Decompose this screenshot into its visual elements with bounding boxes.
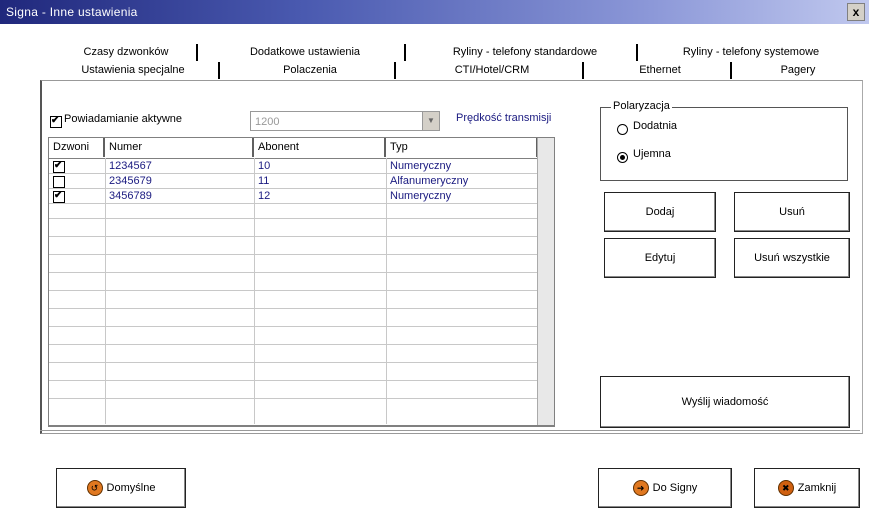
- cell-number: 2345679: [109, 175, 152, 187]
- ring-checkbox[interactable]: [53, 191, 65, 203]
- tab-ethernet[interactable]: Ethernet: [590, 62, 732, 79]
- ring-checkbox[interactable]: [53, 161, 65, 173]
- tab-dodatkowe-ustawienia[interactable]: Dodatkowe ustawienia: [206, 44, 406, 61]
- polarization-positive-radio[interactable]: [617, 124, 628, 135]
- chevron-down-icon[interactable]: ▼: [422, 112, 439, 130]
- grid-divider: [49, 380, 539, 381]
- grid-divider: [49, 218, 539, 219]
- tab-ustawienia-specjalne[interactable]: Ustawienia specjalne: [48, 62, 220, 79]
- delete-all-button[interactable]: Usuń wszystkie: [734, 238, 850, 278]
- delete-button[interactable]: Usuń: [734, 192, 850, 232]
- transmission-speed-value: 1200: [255, 116, 280, 128]
- transmission-speed-label: Prędkość transmisji: [456, 112, 552, 124]
- polarization-negative-label: Ujemna: [633, 148, 671, 160]
- table-row[interactable]: 1234567 10 Numeryczny: [49, 159, 554, 174]
- column-header-numer[interactable]: Numer: [105, 138, 254, 157]
- cell-number: 3456789: [109, 190, 152, 202]
- tab-ryliny-systemowe[interactable]: Ryliny - telefony systemowe: [646, 44, 856, 61]
- restore-icon: ↺: [86, 480, 103, 497]
- to-signa-button[interactable]: ➜ Do Signy: [598, 468, 732, 508]
- separator: [40, 430, 860, 431]
- cell-type: Numeryczny: [390, 160, 452, 172]
- close-button-label: Zamknij: [797, 482, 837, 494]
- table-scrollbar[interactable]: [537, 138, 554, 425]
- ring-checkbox[interactable]: [53, 176, 65, 188]
- edit-button[interactable]: Edytuj: [604, 238, 716, 278]
- grid-divider: [49, 362, 539, 363]
- cell-subscriber: 12: [258, 190, 271, 202]
- grid-divider: [49, 344, 539, 345]
- window-title: Signa - Inne ustawienia: [6, 5, 138, 19]
- grid-divider: [49, 272, 539, 273]
- default-button-label: Domyślne: [106, 482, 156, 494]
- polarization-positive-label: Dodatnia: [633, 120, 678, 132]
- grid-divider: [49, 290, 539, 291]
- polarization-legend: Polaryzacja: [611, 100, 672, 112]
- tab-czasy-dzwonkow[interactable]: Czasy dzwonków: [56, 44, 198, 61]
- title-bar: Signa - Inne ustawienia x: [0, 0, 869, 24]
- close-window-button[interactable]: x: [847, 3, 865, 21]
- add-button[interactable]: Dodaj: [604, 192, 716, 232]
- polarization-negative-radio[interactable]: [617, 152, 628, 163]
- table-row[interactable]: 2345679 11 Alfanumeryczny: [49, 174, 554, 189]
- tab-cti-hotel-crm[interactable]: CTI/Hotel/CRM: [402, 62, 584, 79]
- polarization-group: Polaryzacja Dodatnia Ujemna: [600, 100, 848, 181]
- default-button[interactable]: ↺ Domyślne: [56, 468, 186, 508]
- pager-table: Dzwoni Numer Abonent Typ 1234567 10 Nume…: [48, 137, 555, 427]
- tab-row-2: Ustawienia specjalne Polaczenia CTI/Hote…: [48, 62, 858, 80]
- notification-active-label: Powiadamianie aktywne: [64, 113, 183, 125]
- cell-type: Alfanumeryczny: [390, 175, 469, 187]
- cell-type: Numeryczny: [390, 190, 452, 202]
- tab-ryliny-standardowe[interactable]: Ryliny - telefony standardowe: [414, 44, 638, 61]
- cell-subscriber: 11: [258, 175, 270, 187]
- cell-number: 1234567: [109, 160, 152, 172]
- arrow-right-icon: ➜: [632, 480, 649, 497]
- grid-divider: [49, 398, 539, 399]
- tab-pagery[interactable]: Pagery: [738, 62, 858, 79]
- tab-row-1: Czasy dzwonków Dodatkowe ustawienia Ryli…: [56, 44, 856, 62]
- column-header-typ[interactable]: Typ: [386, 138, 538, 157]
- to-signa-button-label: Do Signy: [652, 482, 698, 494]
- transmission-speed-select[interactable]: 1200 ▼: [250, 111, 440, 131]
- table-header: Dzwoni Numer Abonent Typ: [49, 138, 554, 159]
- cell-subscriber: 10: [258, 160, 271, 172]
- close-icon: ✖: [777, 480, 794, 497]
- tab-polaczenia[interactable]: Polaczenia: [226, 62, 396, 79]
- notification-active-checkbox[interactable]: [50, 116, 62, 128]
- column-header-dzwoni[interactable]: Dzwoni: [49, 138, 105, 157]
- table-row[interactable]: 3456789 12 Numeryczny: [49, 189, 554, 204]
- close-button[interactable]: ✖ Zamknij: [754, 468, 860, 508]
- send-message-button[interactable]: Wyślij wiadomość: [600, 376, 850, 428]
- grid-divider: [49, 308, 539, 309]
- grid-divider: [49, 326, 539, 327]
- grid-divider: [49, 254, 539, 255]
- grid-divider: [49, 236, 539, 237]
- column-header-abonent[interactable]: Abonent: [254, 138, 386, 157]
